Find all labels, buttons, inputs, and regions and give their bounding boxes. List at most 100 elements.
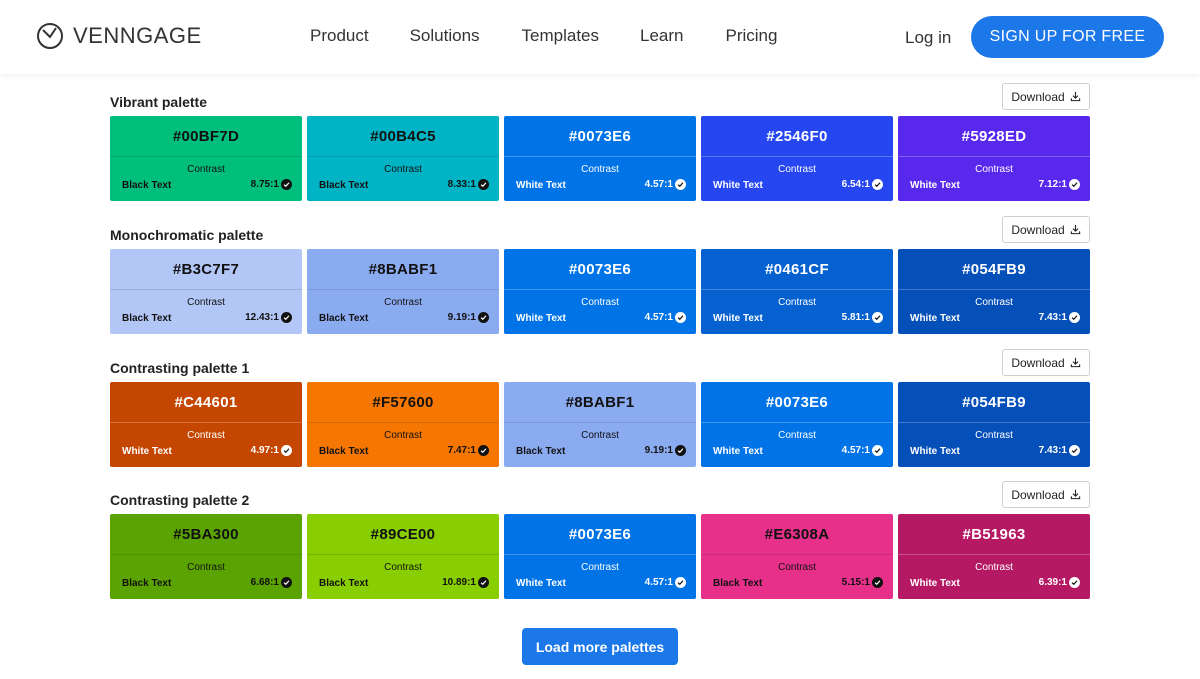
check-icon xyxy=(675,312,686,323)
color-swatch[interactable]: #F57600 Contrast Black Text 7.47:1 xyxy=(307,382,499,467)
color-swatch[interactable]: #E6308A Contrast Black Text 5.15:1 xyxy=(701,514,893,599)
hex-code: #5BA300 xyxy=(173,526,239,543)
contrast-ratio: 4.57:1 xyxy=(842,445,883,456)
download-icon xyxy=(1070,357,1080,368)
nav-item-solutions[interactable]: Solutions xyxy=(410,26,480,46)
contrast-label: Contrast xyxy=(187,297,225,308)
color-swatch[interactable]: #8BABF1 Contrast Black Text 9.19:1 xyxy=(307,249,499,334)
hex-code: #00BF7D xyxy=(172,128,240,145)
hex-code: #054FB9 xyxy=(962,261,1026,278)
check-icon xyxy=(872,445,883,456)
text-color-label: Black Text xyxy=(516,446,566,457)
download-button[interactable]: Download xyxy=(1002,83,1090,110)
color-swatch[interactable]: #054FB9 Contrast White Text 7.43:1 xyxy=(898,249,1090,334)
login-link[interactable]: Log in xyxy=(905,28,951,48)
contrast-label: Contrast xyxy=(384,562,422,573)
contrast-ratio: 8.33:1 xyxy=(448,179,489,190)
contrast-ratio-value: 4.97:1 xyxy=(250,445,279,456)
check-icon xyxy=(1069,577,1080,588)
logo-text: VENNGAGE xyxy=(73,23,202,48)
color-swatch[interactable]: #2546F0 Contrast White Text 6.54:1 xyxy=(701,116,893,201)
color-swatch[interactable]: #5928ED Contrast White Text 7.12:1 xyxy=(898,116,1090,201)
contrast-label: Contrast xyxy=(975,430,1013,441)
swatch-divider xyxy=(701,554,893,555)
swatch-row: #C44601 Contrast White Text 4.97:1 #F57600 Co… xyxy=(110,382,1090,467)
text-color-label: White Text xyxy=(122,446,172,457)
nav-item-learn[interactable]: Learn xyxy=(640,26,683,46)
color-swatch[interactable]: #0073E6 Contrast White Text 4.57:1 xyxy=(504,514,696,599)
color-swatch[interactable]: #5BA300 Contrast Black Text 6.68:1 xyxy=(110,514,302,599)
hex-code: #0461CF xyxy=(765,261,829,278)
swatch-divider xyxy=(504,422,696,423)
check-icon xyxy=(281,179,292,190)
download-button[interactable]: Download xyxy=(1002,349,1090,376)
contrast-ratio-value: 7.12:1 xyxy=(1038,179,1067,190)
contrast-ratio: 5.15:1 xyxy=(842,577,883,588)
contrast-label: Contrast xyxy=(778,164,816,175)
color-swatch[interactable]: #00BF7D Contrast Black Text 8.75:1 xyxy=(110,116,302,201)
contrast-ratio: 6.68:1 xyxy=(251,577,292,588)
check-icon xyxy=(675,577,686,588)
nav-item-product[interactable]: Product xyxy=(310,26,369,46)
palette-title: Contrasting palette 1 xyxy=(110,360,250,376)
contrast-ratio: 9.19:1 xyxy=(645,445,686,456)
nav-item-pricing[interactable]: Pricing xyxy=(726,26,778,46)
color-swatch[interactable]: #0073E6 Contrast White Text 4.57:1 xyxy=(504,249,696,334)
hex-code: #00B4C5 xyxy=(370,128,436,145)
hex-code: #E6308A xyxy=(764,526,830,543)
contrast-ratio-value: 12.43:1 xyxy=(245,312,279,323)
color-swatch[interactable]: #0073E6 Contrast White Text 4.57:1 xyxy=(504,116,696,201)
contrast-label: Contrast xyxy=(975,164,1013,175)
swatch-divider xyxy=(898,156,1090,157)
contrast-ratio-value: 4.57:1 xyxy=(644,179,673,190)
contrast-ratio: 10.89:1 xyxy=(442,577,489,588)
palette-title: Monochromatic palette xyxy=(110,227,264,243)
main-nav: Product Solutions Templates Learn Pricin… xyxy=(310,26,777,46)
contrast-ratio: 12.43:1 xyxy=(245,312,292,323)
text-color-label: White Text xyxy=(910,578,960,589)
swatch-divider xyxy=(504,554,696,555)
load-more-button[interactable]: Load more palettes xyxy=(522,628,678,665)
color-swatch[interactable]: #0073E6 Contrast White Text 4.57:1 xyxy=(701,382,893,467)
contrast-label: Contrast xyxy=(187,164,225,175)
download-button[interactable]: Download xyxy=(1002,216,1090,243)
contrast-label: Contrast xyxy=(778,562,816,573)
hex-code: #5928ED xyxy=(961,128,1027,145)
nav-item-templates[interactable]: Templates xyxy=(522,26,599,46)
swatch-divider xyxy=(898,554,1090,555)
contrast-label: Contrast xyxy=(187,562,225,573)
check-icon xyxy=(872,312,883,323)
hex-code: #0073E6 xyxy=(568,526,632,543)
hex-code: #C44601 xyxy=(174,394,238,411)
color-swatch[interactable]: #0461CF Contrast White Text 5.81:1 xyxy=(701,249,893,334)
swatch-divider xyxy=(110,422,302,423)
download-button[interactable]: Download xyxy=(1002,481,1090,508)
check-icon xyxy=(1069,179,1080,190)
color-swatch[interactable]: #B51963 Contrast White Text 6.39:1 xyxy=(898,514,1090,599)
check-icon xyxy=(281,445,292,456)
contrast-ratio: 4.57:1 xyxy=(645,312,686,323)
contrast-label: Contrast xyxy=(975,297,1013,308)
color-swatch[interactable]: #054FB9 Contrast White Text 7.43:1 xyxy=(898,382,1090,467)
color-swatch[interactable]: #00B4C5 Contrast Black Text 8.33:1 xyxy=(307,116,499,201)
color-swatch[interactable]: #89CE00 Contrast Black Text 10.89:1 xyxy=(307,514,499,599)
color-swatch[interactable]: #C44601 Contrast White Text 4.97:1 xyxy=(110,382,302,467)
color-swatch[interactable]: #8BABF1 Contrast Black Text 9.19:1 xyxy=(504,382,696,467)
hex-code: #F57600 xyxy=(372,394,434,411)
contrast-ratio-value: 10.89:1 xyxy=(442,577,476,588)
swatch-divider xyxy=(307,156,499,157)
color-swatch[interactable]: #B3C7F7 Contrast Black Text 12.43:1 xyxy=(110,249,302,334)
logo-mark-icon xyxy=(37,23,63,49)
text-color-label: Black Text xyxy=(319,446,369,457)
contrast-ratio-value: 4.57:1 xyxy=(644,577,673,588)
hex-code: #054FB9 xyxy=(962,394,1026,411)
signup-button[interactable]: SIGN UP FOR FREE xyxy=(971,16,1164,58)
swatch-divider xyxy=(307,422,499,423)
venngage-logo[interactable]: VENNGAGE xyxy=(36,22,202,50)
swatch-divider xyxy=(307,289,499,290)
check-icon xyxy=(478,445,489,456)
swatch-row: #00BF7D Contrast Black Text 8.75:1 #00B4C5 Co… xyxy=(110,116,1090,201)
hex-code: #0073E6 xyxy=(568,128,632,145)
contrast-ratio: 7.43:1 xyxy=(1039,445,1080,456)
check-icon xyxy=(281,312,292,323)
